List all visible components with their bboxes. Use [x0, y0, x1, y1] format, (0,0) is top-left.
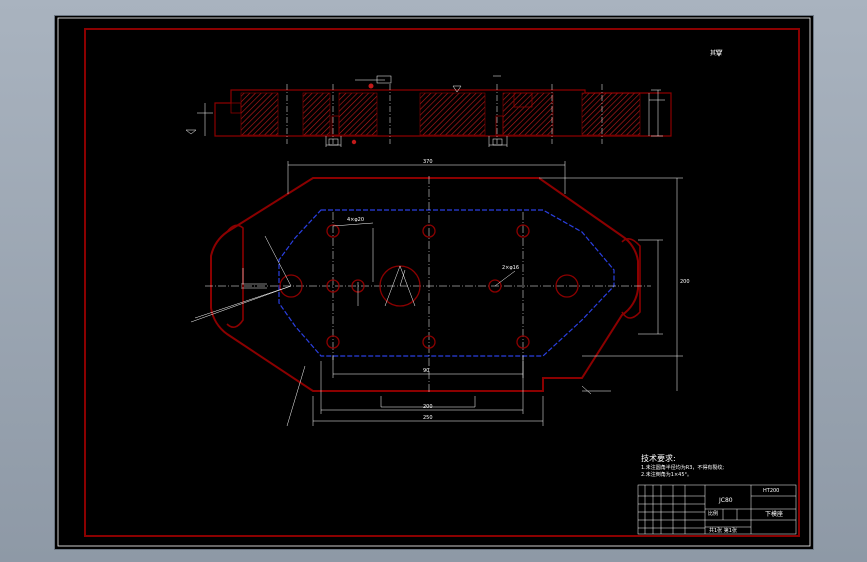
hole-label-right: 2×φ16: [502, 265, 520, 271]
dim-slot-length: 90: [423, 368, 430, 374]
dim-overall-length: 370: [423, 159, 433, 165]
dim-overall-width: 200: [680, 279, 690, 285]
hatch-block-3: [338, 92, 378, 136]
drawing-number: JC80: [719, 497, 733, 504]
tech-req-title: 技术要求:: [641, 454, 676, 463]
plan-outline: [210, 177, 639, 392]
sheet-label: 共1张 第1张: [709, 528, 737, 534]
hole-label-left: 4×φ20: [347, 217, 365, 223]
section-view: [185, 49, 723, 147]
red-mark-2: [351, 139, 357, 145]
hatch-block-6: [581, 92, 641, 136]
hatch-block-2: [302, 92, 331, 136]
material: HT200: [763, 488, 780, 494]
roughness-note: 其余: [710, 50, 723, 57]
left-lug: [226, 224, 244, 328]
plan-view: [190, 161, 683, 427]
dim-inner-length: 200: [423, 404, 433, 410]
hatch-block-5: [502, 92, 554, 136]
scale-label: 比例: [708, 511, 719, 517]
slot-left: [230, 102, 242, 114]
hatch-block-1: [240, 92, 279, 136]
tech-req-item-2: 2.未注倒角为1×45°。: [641, 472, 693, 478]
hatch-block-4: [419, 92, 486, 136]
part-name: 下模座: [765, 511, 784, 518]
hidden-outline: [278, 209, 615, 357]
tech-req-item-1: 1.未注圆角半径均为R3，不得有裂纹;: [641, 465, 725, 471]
red-mark-1: [368, 83, 374, 89]
dim-bottom-length: 250: [423, 415, 433, 421]
cad-viewport[interactable]: 其余 370 200 250 200 90 4×φ20 2×φ16 技术要求: …: [54, 15, 814, 550]
